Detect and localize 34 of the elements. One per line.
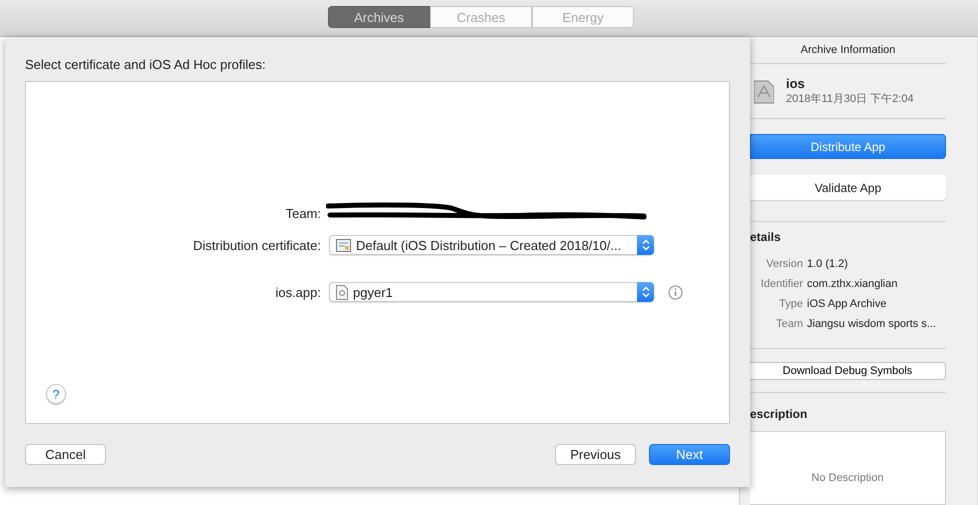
detail-label: Team	[775, 317, 803, 332]
action-button[interactable]: Validate App	[750, 175, 946, 200]
field-label: ios.app:	[274, 284, 321, 300]
tab[interactable]: Archives	[328, 6, 430, 28]
detail-label: Type	[778, 297, 803, 312]
download-symbols-button[interactable]: Download Debug Symbols	[750, 362, 946, 380]
dialog-title: Select certificate and iOS Ad Hoc profiles:	[25, 57, 267, 74]
archive-date: 2018年11月30日 下午2:04	[786, 92, 914, 106]
file-icon	[336, 284, 348, 300]
help-button[interactable]: ?	[46, 384, 66, 404]
detail-label: Identifier	[760, 277, 803, 292]
dialog-button[interactable]: Cancel	[25, 444, 106, 465]
detail-value: 1.0 (1.2)	[807, 257, 848, 272]
info-icon[interactable]	[668, 284, 683, 300]
popup-button[interactable]: pgyer1	[329, 282, 654, 302]
tab[interactable]: Energy	[532, 6, 634, 28]
chevron-icon	[637, 282, 654, 302]
popup-button[interactable]: Default (iOS Distribution – Created 2018/10/...	[329, 235, 654, 255]
section-heading: etails	[750, 230, 782, 244]
field-label: Distribution certificate:	[192, 238, 321, 252]
section-heading: escription	[750, 407, 808, 421]
chevron-icon	[637, 235, 654, 255]
certificate-icon	[336, 238, 351, 252]
archive-name: ios	[786, 76, 806, 91]
tab[interactable]: Crashes	[430, 6, 532, 28]
field-label: Team:	[284, 206, 321, 220]
detail-value: iOS App Archive	[807, 297, 886, 312]
description-field[interactable]: No Description	[750, 431, 946, 505]
detail-label: Version	[765, 257, 803, 272]
detail-value: com.zthx.xianglian	[807, 277, 898, 292]
detail-value: Jiangsu wisdom sports s...	[807, 317, 936, 332]
dialog-button[interactable]: Previous	[555, 444, 636, 465]
action-button[interactable]: Distribute App	[750, 134, 946, 159]
dialog-button[interactable]: Next	[649, 444, 730, 465]
